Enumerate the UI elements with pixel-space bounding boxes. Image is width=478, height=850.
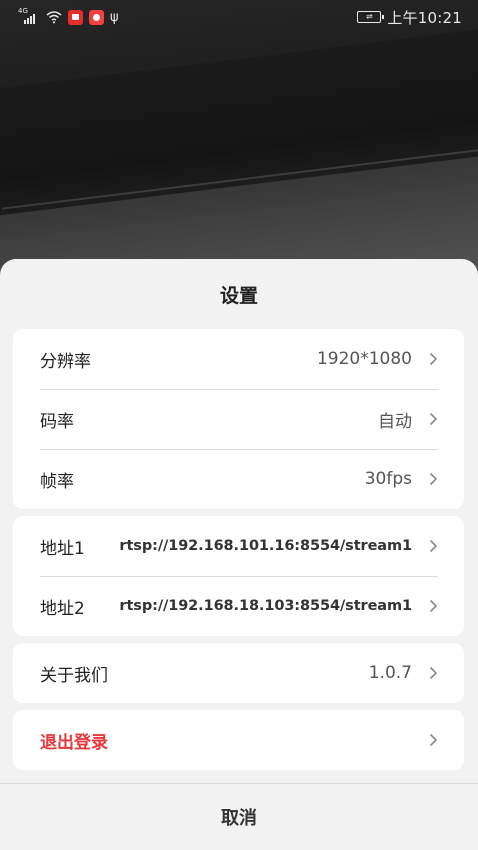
status-right: ⇌ 上午10:21: [357, 7, 462, 28]
address1-label: 地址1: [40, 538, 85, 559]
resolution-value: 1920*1080: [316, 349, 412, 369]
status-time: 上午10:21: [387, 8, 462, 27]
logout-label: 退出登录: [40, 732, 108, 753]
wifi-icon: [46, 10, 62, 24]
address1-row[interactable]: 地址1 rtsp://192.168.101.16:8554/stream1: [13, 516, 464, 576]
chevron-right-icon: [428, 598, 438, 614]
cancel-button[interactable]: 取消: [0, 783, 478, 850]
chevron-right-icon: [428, 732, 438, 748]
about-card: 关于我们 1.0.7: [13, 643, 464, 703]
about-label: 关于我们: [40, 665, 108, 686]
bitrate-value: 自动: [378, 411, 412, 432]
sheet-title: 设置: [219, 285, 258, 307]
address2-label: 地址2: [40, 598, 85, 619]
chevron-right-icon: [428, 351, 438, 367]
chevron-right-icon: [428, 411, 438, 427]
logout-row[interactable]: 退出登录: [13, 710, 464, 770]
app-notification-icon: [89, 9, 104, 25]
app-notification-icon: [68, 9, 83, 25]
framerate-label: 帧率: [40, 471, 74, 492]
chevron-right-icon: [428, 538, 438, 554]
address-card: 地址1 rtsp://192.168.101.16:8554/stream1 地…: [13, 516, 464, 636]
address2-value: rtsp://192.168.18.103:8554/stream1: [119, 598, 412, 614]
framerate-row[interactable]: 帧率 30fps: [13, 449, 464, 509]
logout-card: 退出登录: [13, 710, 464, 770]
framerate-value: 30fps: [364, 469, 412, 489]
chevron-right-icon: [428, 471, 438, 487]
version-value: 1.0.7: [368, 663, 412, 683]
resolution-row[interactable]: 分辨率 1920*1080: [13, 329, 464, 389]
chevron-right-icon: [428, 665, 438, 681]
about-row[interactable]: 关于我们 1.0.7: [13, 643, 464, 703]
status-bar: 4G ψ ⇌ 上午10:21: [0, 0, 478, 34]
bitrate-label: 码率: [40, 411, 74, 432]
settings-bottom-sheet: 设置 分辨率 1920*1080 码率 自动 帧率 30fps 地址1 rtsp…: [0, 259, 478, 850]
camera-preview-background: [0, 0, 478, 300]
cancel-label: 取消: [221, 808, 257, 829]
address2-row[interactable]: 地址2 rtsp://192.168.18.103:8554/stream1: [13, 576, 464, 636]
address1-value: rtsp://192.168.101.16:8554/stream1: [119, 538, 412, 554]
signal-icon: 4G: [18, 7, 40, 24]
bitrate-row[interactable]: 码率 自动: [13, 389, 464, 449]
video-settings-card: 分辨率 1920*1080 码率 自动 帧率 30fps: [13, 329, 464, 509]
resolution-label: 分辨率: [40, 351, 91, 372]
battery-charging-icon: ⇌: [357, 11, 385, 23]
status-left: 4G ψ: [18, 7, 119, 25]
usb-icon: ψ: [110, 9, 119, 25]
